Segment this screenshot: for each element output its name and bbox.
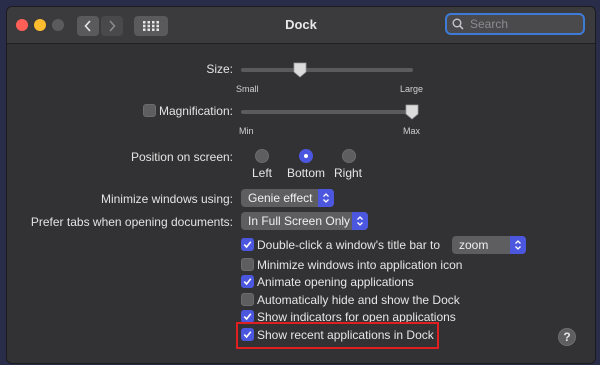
minimize-into-icon-label: Minimize windows into application icon <box>257 258 463 272</box>
size-min-label: Small <box>236 84 259 94</box>
prefer-tabs-value: In Full Screen Only <box>248 214 351 228</box>
size-label: Size: <box>206 62 233 76</box>
magnification-slider-track[interactable] <box>241 110 413 114</box>
checkmark-icon <box>243 278 252 286</box>
chevron-updown-icon <box>318 189 334 207</box>
double-click-label: Double-click a window's title bar to <box>257 238 441 252</box>
search-icon <box>452 18 464 30</box>
double-click-action-value: zoom <box>459 238 489 252</box>
position-right-radio[interactable] <box>342 149 356 163</box>
help-button[interactable]: ? <box>558 328 576 346</box>
auto-hide-checkbox[interactable] <box>241 293 254 306</box>
checkmark-icon <box>243 331 252 339</box>
prefer-tabs-popup[interactable]: In Full Screen Only <box>241 212 368 230</box>
dock-preferences-window: Dock Size: Small Large Magnification: Mi… <box>6 6 596 364</box>
magnification-max-label: Max <box>403 126 421 136</box>
auto-hide-label: Automatically hide and show the Dock <box>257 293 460 307</box>
minimize-effect-popup[interactable]: Genie effect <box>241 189 334 207</box>
magnification-checkbox[interactable] <box>143 104 156 117</box>
double-click-action-popup[interactable]: zoom <box>452 236 526 254</box>
magnification-min-label: Min <box>239 126 254 136</box>
size-slider-thumb[interactable] <box>293 62 307 78</box>
size-slider-track[interactable] <box>241 68 413 72</box>
double-click-checkbox[interactable] <box>241 238 254 251</box>
size-max-label: Large <box>400 84 424 94</box>
position-label: Position on screen: <box>130 150 233 164</box>
prefer-tabs-label: Prefer tabs when opening documents: <box>30 215 233 229</box>
checkmark-icon <box>243 313 252 321</box>
show-recent-apps-checkbox[interactable] <box>241 328 254 341</box>
checkmark-icon <box>243 241 252 249</box>
minimize-label: Minimize windows using: <box>100 192 233 206</box>
search-input[interactable] <box>468 16 582 32</box>
animate-opening-label: Animate opening applications <box>257 275 414 289</box>
magnification-slider-thumb[interactable] <box>405 104 419 120</box>
magnification-label: Magnification: <box>158 104 233 118</box>
position-right-label: Right <box>333 166 362 180</box>
search-field[interactable] <box>445 13 585 35</box>
minimize-effect-value: Genie effect <box>248 191 313 205</box>
show-recent-apps-label: Show recent applications in Dock <box>257 328 434 342</box>
position-bottom-radio[interactable] <box>299 149 313 163</box>
titlebar: Dock <box>7 7 595 44</box>
chevron-updown-icon <box>510 236 526 254</box>
animate-opening-checkbox[interactable] <box>241 275 254 288</box>
position-left-radio[interactable] <box>255 149 269 163</box>
chevron-updown-icon <box>352 212 368 230</box>
minimize-into-icon-checkbox[interactable] <box>241 258 254 271</box>
